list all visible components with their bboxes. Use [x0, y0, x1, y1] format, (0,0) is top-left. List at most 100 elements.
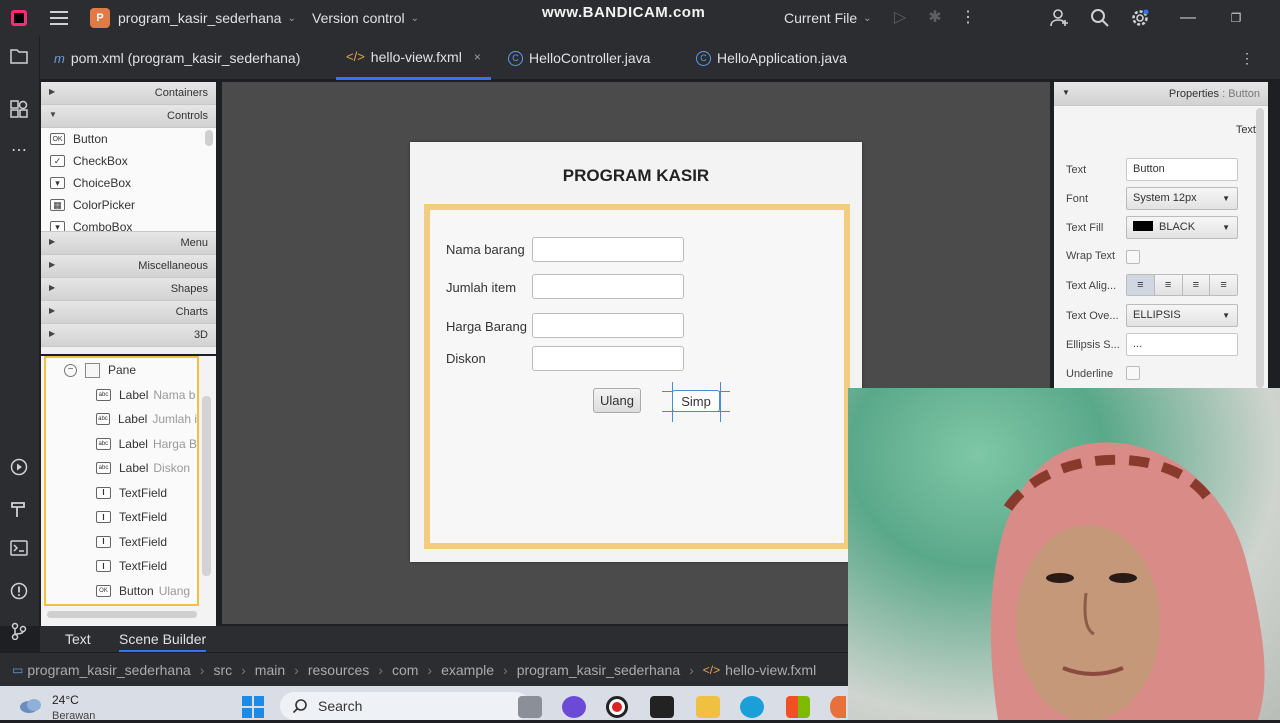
windows-start-icon[interactable] — [242, 696, 264, 723]
maven-file-icon: m — [54, 50, 65, 66]
minimize-icon[interactable]: — — [1178, 8, 1198, 28]
tree-node[interactable]: OK Button Ulang — [46, 579, 197, 604]
align-right-icon[interactable]: ≡ — [1182, 275, 1211, 295]
underline-checkbox[interactable] — [1126, 366, 1140, 380]
label-diskon[interactable]: Diskon — [446, 351, 486, 366]
form-container[interactable]: Nama barang Jumlah item Harga Barang Dis… — [424, 204, 850, 549]
breadcrumb-item[interactable]: com — [392, 662, 418, 678]
store-icon[interactable] — [786, 696, 810, 718]
align-center-icon[interactable]: ≡ — [1154, 275, 1183, 295]
align-justify-icon[interactable]: ≡ — [1210, 275, 1237, 295]
tab-text[interactable]: Text — [65, 626, 91, 652]
wrap-text-checkbox[interactable] — [1126, 250, 1140, 264]
section-shapes[interactable]: ▶ Shapes — [41, 278, 216, 301]
main-menu-icon[interactable] — [50, 0, 68, 36]
close-tab-icon[interactable]: × — [474, 50, 481, 64]
library-item-checkbox[interactable]: ✓ CheckBox — [41, 150, 216, 172]
search-icon[interactable] — [1090, 8, 1110, 28]
edge-browser-icon[interactable] — [740, 696, 764, 718]
tab-hello-controller[interactable]: C HelloController.java — [508, 36, 650, 80]
section-menu[interactable]: ▶ Menu — [41, 232, 216, 255]
structure-icon[interactable] — [8, 100, 30, 122]
tree-node[interactable]: abc Label Harga B — [46, 432, 197, 457]
ulang-button[interactable]: Ulang — [593, 388, 641, 413]
jumlah-item-field[interactable] — [532, 274, 684, 299]
nama-barang-field[interactable] — [532, 237, 684, 262]
breadcrumb-item[interactable]: example — [441, 662, 494, 678]
hierarchy-hscrollbar[interactable] — [47, 611, 197, 618]
run-config-selector[interactable]: Current File ⌄ — [784, 0, 872, 36]
tab-hello-view-fxml[interactable]: </> hello-view.fxml × — [336, 36, 491, 80]
more-tools-icon[interactable]: ⋯ — [8, 140, 30, 162]
hierarchy-vscrollbar[interactable] — [202, 396, 211, 576]
library-item-colorpicker[interactable]: ▦ ColorPicker — [41, 194, 216, 216]
breadcrumb-item[interactable]: program_kasir_sederhana — [27, 662, 190, 678]
section-charts[interactable]: ▶ Charts — [41, 301, 216, 324]
font-select[interactable]: System 12px ▼ — [1126, 187, 1238, 210]
project-selector[interactable]: P program_kasir_sederhana ⌄ — [90, 0, 296, 36]
collapse-icon[interactable]: − — [64, 363, 77, 377]
meet-app-icon[interactable] — [562, 696, 586, 718]
section-miscellaneous[interactable]: ▶ Miscellaneous — [41, 255, 216, 278]
library-item-choicebox[interactable]: ▾ ChoiceBox — [41, 172, 216, 194]
label-jumlah-item[interactable]: Jumlah item — [446, 280, 516, 295]
terminal-icon[interactable] — [8, 540, 30, 562]
taskbar-search[interactable]: Search — [280, 692, 530, 720]
tree-node[interactable]: I TextField — [46, 481, 197, 506]
restore-icon[interactable]: ❐ — [1226, 8, 1246, 28]
section-containers[interactable]: ▶ Containers — [41, 82, 216, 105]
node-label: Label — [117, 412, 148, 427]
tree-node-pane[interactable]: − Pane — [46, 358, 197, 383]
services-icon[interactable] — [8, 458, 30, 480]
debug-icon[interactable]: ✱ — [925, 8, 945, 28]
breadcrumb-item[interactable]: resources — [308, 662, 369, 678]
tree-node[interactable]: I TextField — [46, 530, 197, 555]
tab-options-icon[interactable]: ⋮ — [1240, 36, 1254, 80]
app-logo-icon[interactable] — [10, 0, 28, 36]
tab-pom-xml[interactable]: m pom.xml (program_kasir_sederhana) — [54, 36, 300, 80]
weather-cloud-icon[interactable] — [18, 696, 44, 719]
label-nama-barang[interactable]: Nama barang — [446, 242, 525, 257]
problems-icon[interactable] — [8, 582, 30, 604]
tree-node[interactable]: abc Label Nama b — [46, 383, 197, 408]
library-scrollbar[interactable] — [205, 130, 213, 146]
tree-node[interactable]: abc Label Diskon — [46, 456, 197, 481]
tree-node[interactable]: I TextField — [46, 554, 197, 579]
breadcrumb-item[interactable]: src — [213, 662, 232, 678]
properties-scrollbar[interactable] — [1256, 108, 1264, 388]
library-item-combobox[interactable]: ▾ ComboBox — [41, 216, 216, 231]
ellipsis-field[interactable]: ... — [1126, 333, 1238, 356]
tree-node[interactable]: abc Label Jumlah i — [46, 407, 197, 432]
section-controls[interactable]: ▼ Controls — [41, 105, 216, 128]
settings-gear-icon[interactable] — [1130, 8, 1150, 28]
text-value-field[interactable]: Button — [1126, 158, 1238, 181]
tree-node[interactable]: I TextField — [46, 505, 197, 530]
library-item-button[interactable]: OK Button — [41, 128, 216, 150]
section-3d[interactable]: ▶ 3D — [41, 324, 216, 347]
git-icon[interactable] — [8, 622, 30, 644]
breadcrumb-item[interactable]: main — [255, 662, 285, 678]
add-user-icon[interactable] — [1050, 8, 1070, 28]
version-control-menu[interactable]: Version control ⌄ — [312, 0, 419, 36]
diskon-field[interactable] — [532, 346, 684, 371]
more-options-icon[interactable]: ⋮ — [958, 8, 978, 28]
text-fill-select[interactable]: BLACK ▼ — [1126, 216, 1238, 239]
file-explorer-icon[interactable] — [696, 696, 720, 718]
task-view-icon[interactable] — [518, 696, 542, 718]
intellij-taskbar-icon[interactable] — [650, 696, 674, 718]
tab-scene-builder[interactable]: Scene Builder — [119, 626, 207, 652]
properties-header[interactable]: ▼ Properties : Button — [1054, 82, 1268, 106]
harga-barang-field[interactable] — [532, 313, 684, 338]
run-icon[interactable]: ▷ — [890, 8, 910, 28]
project-folder-icon[interactable] — [8, 48, 30, 70]
align-left-icon[interactable]: ≡ — [1127, 275, 1155, 295]
tab-hello-application[interactable]: C HelloApplication.java — [696, 36, 847, 80]
breadcrumb-item[interactable]: program_kasir_sederhana — [517, 662, 680, 678]
simpan-button[interactable]: Simp — [672, 390, 720, 412]
firefox-icon[interactable] — [830, 696, 846, 718]
breadcrumb-item[interactable]: hello-view.fxml — [725, 662, 816, 678]
record-icon[interactable] — [606, 696, 628, 718]
build-hammer-icon[interactable] — [8, 500, 30, 522]
text-overrun-select[interactable]: ELLIPSIS ▼ — [1126, 304, 1238, 327]
label-harga-barang[interactable]: Harga Barang — [446, 319, 527, 334]
